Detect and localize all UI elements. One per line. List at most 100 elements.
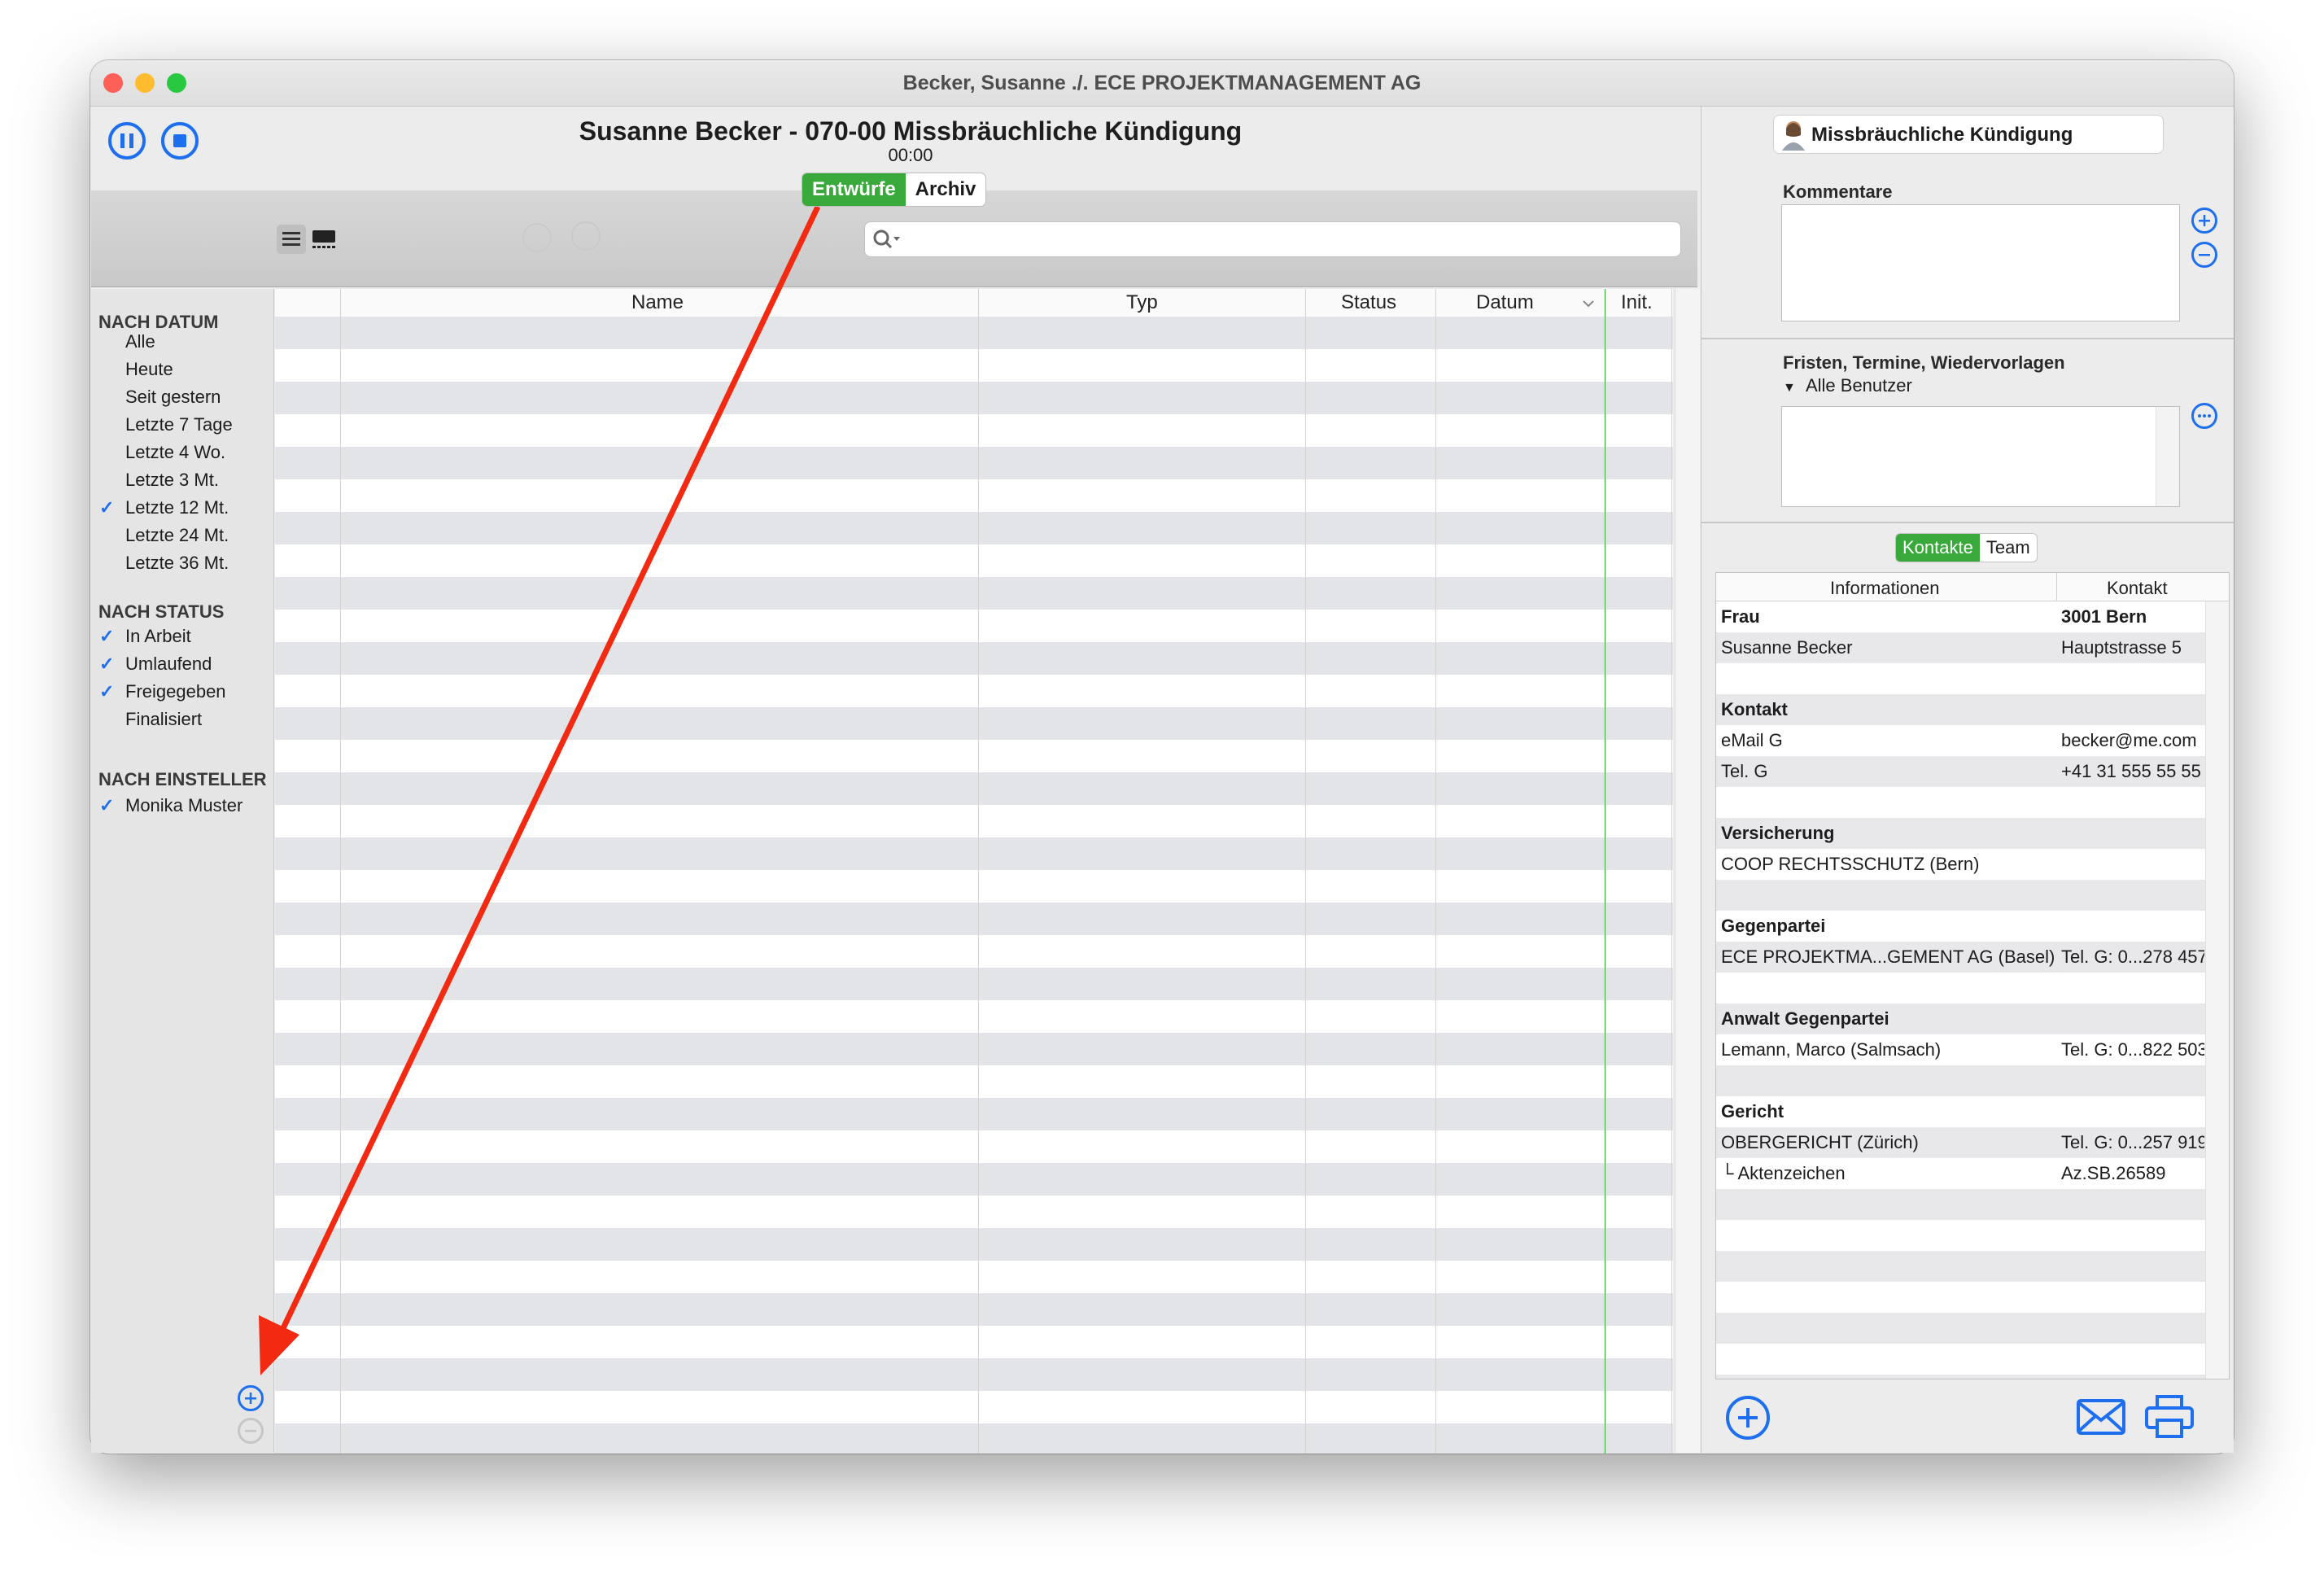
documents-table: Name Typ Status Datum Init.: [275, 289, 1673, 1454]
sidebar-section-title: NACH STATUS: [98, 601, 225, 622]
sidebar-filter-item[interactable]: In Arbeit: [125, 626, 191, 647]
column-header-informationen[interactable]: Informationen: [1830, 578, 1940, 599]
table-scrollbar[interactable]: [1675, 289, 1700, 1453]
tab-kontakte[interactable]: Kontakte: [1896, 534, 1980, 562]
add-contact-button[interactable]: [1726, 1396, 1770, 1440]
search-field[interactable]: [864, 221, 1681, 257]
case-title: Susanne Becker - 070-00 Missbräuchliche …: [579, 116, 1243, 146]
tab-archiv[interactable]: Archiv: [906, 173, 986, 206]
mail-icon[interactable]: [2076, 1397, 2126, 1438]
checkmark-icon: ✓: [99, 654, 115, 674]
plus-icon: [245, 1393, 256, 1404]
remove-filter-button[interactable]: [238, 1418, 264, 1444]
card-view-button[interactable]: [309, 225, 339, 254]
contact-value-cell[interactable]: Az.SB.26589: [2061, 1163, 2204, 1184]
column-header-typ[interactable]: Typ: [1126, 291, 1158, 314]
sidebar-filter-item[interactable]: Letzte 36 Mt.: [125, 553, 229, 574]
deadlines-scrollbar[interactable]: [2156, 407, 2179, 506]
sidebar-filter-item[interactable]: Letzte 12 Mt.: [125, 497, 229, 518]
matter-title: Missbräuchliche Kündigung: [1811, 124, 2073, 146]
users-filter-dropdown[interactable]: ▼ Alle Benutzer: [1783, 375, 1912, 396]
users-filter-label: Alle Benutzer: [1805, 375, 1912, 396]
contact-value-cell[interactable]: Hauptstrasse 5: [2061, 637, 2204, 658]
sidebar-filter-item[interactable]: Letzte 4 Wo.: [125, 442, 225, 463]
contact-info-cell[interactable]: Anwalt Gegenpartei: [1721, 1008, 1889, 1030]
card-view-icon: [312, 230, 335, 248]
column-header-status[interactable]: Status: [1341, 291, 1396, 314]
disclosure-triangle-icon: ▼: [1783, 381, 1796, 395]
print-icon[interactable]: [2144, 1394, 2195, 1440]
contact-value-cell[interactable]: Tel. G: 0...257 919: [2061, 1132, 2204, 1153]
sidebar-filter-item[interactable]: Heute: [125, 359, 173, 380]
contact-info-cell[interactable]: ECE PROJEKTMA...GEMENT AG (Basel): [1721, 947, 2055, 968]
list-view-button[interactable]: [277, 225, 306, 254]
contacts-scrollbar[interactable]: [2205, 601, 2229, 1379]
contact-info-cell[interactable]: Gericht: [1721, 1101, 1784, 1122]
contacts-rows: Frau 3001 Bern Susanne Becker Hauptstrasse …: [1716, 601, 2229, 1379]
column-header-init[interactable]: Init.: [1621, 291, 1653, 314]
contact-info-cell[interactable]: Kontakt: [1721, 699, 1788, 720]
deadlines-more-button[interactable]: [2191, 403, 2217, 429]
sidebar-filter-item[interactable]: Monika Muster: [125, 795, 242, 816]
checkmark-icon: ✓: [99, 497, 115, 518]
sidebar-section-title: NACH DATUM: [98, 312, 219, 332]
add-filter-button[interactable]: [238, 1385, 264, 1411]
sidebar-filter-item[interactable]: Freigegeben: [125, 681, 226, 702]
more-button[interactable]: [571, 221, 601, 251]
table-rows[interactable]: [275, 317, 1673, 1454]
contact-info-cell[interactable]: Tel. G: [1721, 761, 1767, 782]
add-comment-button[interactable]: [2191, 208, 2217, 234]
contacts-team-segmented-control: Kontakte Team: [1896, 534, 2037, 562]
tab-team[interactable]: Team: [1980, 534, 2037, 562]
remove-comment-button[interactable]: [2191, 242, 2217, 268]
contact-info-cell[interactable]: Lemann, Marco (Salmsach): [1721, 1039, 1941, 1060]
sidebar-filter-item[interactable]: Seit gestern: [125, 387, 221, 408]
column-header-kontakt[interactable]: Kontakt: [2107, 578, 2168, 599]
column-divider: [340, 289, 341, 1454]
sidebar-filter-item[interactable]: Finalisiert: [125, 709, 202, 730]
contact-info-cell[interactable]: Frau: [1721, 606, 1760, 627]
contact-value-cell[interactable]: 3001 Bern: [2061, 606, 2204, 627]
back-button[interactable]: [522, 223, 552, 252]
contact-value-cell[interactable]: +41 31 555 55 55: [2061, 761, 2204, 782]
sidebar-filter-item[interactable]: Letzte 7 Tage: [125, 414, 233, 435]
minus-icon: [2199, 254, 2210, 256]
contact-info-cell[interactable]: OBERGERICHT (Zürich): [1721, 1132, 1919, 1153]
matter-badge[interactable]: Missbräuchliche Kündigung: [1773, 115, 2164, 154]
draft-archive-segmented-control: Entwürfe Archiv: [802, 173, 986, 206]
comments-label: Kommentare: [1783, 181, 1893, 202]
divider: [1702, 522, 2234, 523]
contact-info-cell[interactable]: Gegenpartei: [1721, 916, 1825, 937]
sidebar-filter-item[interactable]: Umlaufend: [125, 654, 212, 675]
comments-textarea[interactable]: [1781, 204, 2180, 321]
contact-info-cell[interactable]: Versicherung: [1721, 823, 1834, 844]
contact-value-cell[interactable]: Tel. G: 0...278 457: [2061, 947, 2204, 968]
contact-info-cell[interactable]: Susanne Becker: [1721, 637, 1852, 658]
search-input[interactable]: [904, 225, 1664, 253]
timer: 00:00: [888, 145, 933, 165]
sort-chevron-icon: [1583, 300, 1594, 308]
bottom-actions: [1702, 1371, 2234, 1453]
sidebar-filter-item[interactable]: Letzte 3 Mt.: [125, 470, 219, 491]
ellipsis-icon: [2198, 414, 2211, 418]
checkmark-icon: ✓: [99, 681, 115, 702]
title-bar: Becker, Susanne ./. ECE PROJEKTMANAGEMEN…: [90, 60, 2234, 107]
column-header-datum[interactable]: Datum: [1476, 291, 1534, 314]
contact-value-cell[interactable]: becker@me.com: [2061, 730, 2204, 751]
contact-info-cell[interactable]: eMail G: [1721, 730, 1783, 751]
deadlines-list[interactable]: [1781, 406, 2180, 507]
contacts-table-header: Informationen Kontakt: [1716, 573, 2229, 601]
contact-info-cell[interactable]: └ Aktenzeichen: [1721, 1163, 1846, 1184]
column-header-name[interactable]: Name: [631, 291, 684, 314]
list-view-icon: [282, 232, 300, 246]
contact-info-cell[interactable]: COOP RECHTSSCHUTZ (Bern): [1721, 854, 1979, 875]
column-divider: [978, 289, 979, 1454]
checkmark-icon: ✓: [99, 626, 115, 646]
sidebar-section-title: NACH EINSTELLER: [98, 769, 267, 789]
table-header: Name Typ Status Datum Init.: [275, 289, 1673, 317]
tab-entwuerfe[interactable]: Entwürfe: [802, 173, 906, 206]
sidebar-filter-item[interactable]: Alle: [125, 331, 155, 352]
column-divider: [1305, 289, 1306, 1454]
sidebar-filter-item[interactable]: Letzte 24 Mt.: [125, 525, 229, 546]
contact-value-cell[interactable]: Tel. G: 0...822 503: [2061, 1039, 2204, 1060]
